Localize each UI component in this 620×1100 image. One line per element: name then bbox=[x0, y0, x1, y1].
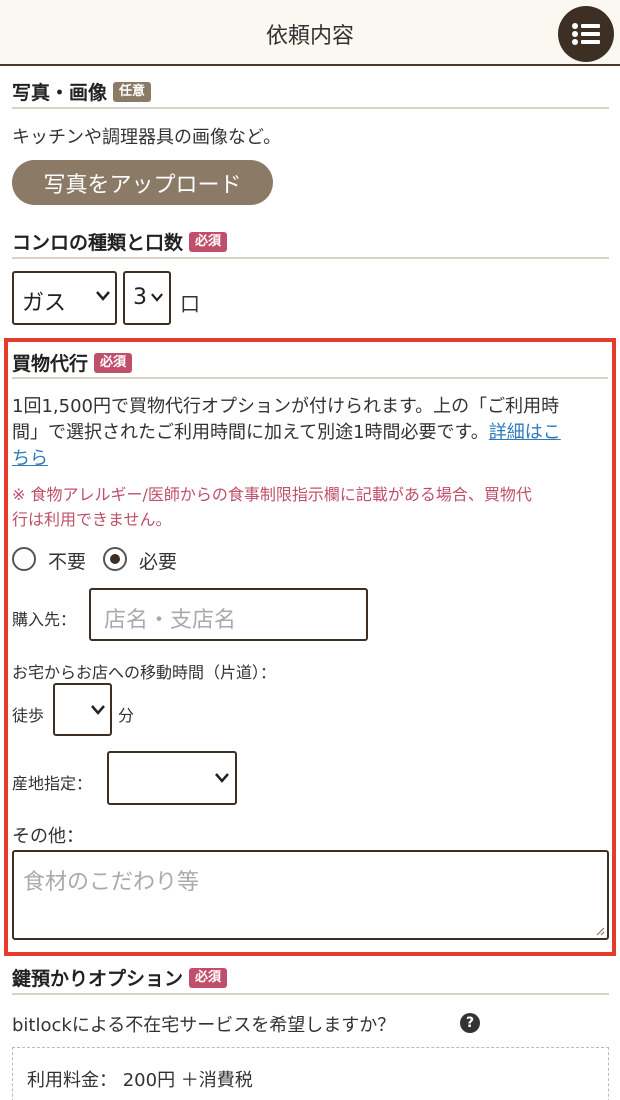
details-link[interactable]: 詳細はこ bbox=[489, 422, 561, 443]
burner-unit: 口 bbox=[180, 292, 200, 316]
divider bbox=[12, 993, 609, 995]
allergy-warning: ※ 食物アレルギー/医師からの食事制限指示欄に記載がある場合、買物代 行は利用で… bbox=[12, 482, 606, 532]
required-badge: 必須 bbox=[189, 231, 228, 252]
upload-photo-button[interactable]: 写真をアップロード bbox=[12, 160, 273, 205]
photo-title-text: 写真・画像 bbox=[12, 82, 108, 104]
required-badge: 必須 bbox=[94, 352, 133, 373]
key-section-title: 鍵預かりオプション 必須 bbox=[12, 964, 228, 991]
minutes-label: 分 bbox=[118, 706, 135, 725]
burner-count-value: 3 bbox=[133, 285, 147, 310]
walk-minutes-select[interactable] bbox=[53, 683, 112, 736]
stove-title-text: コンロの種類と口数 bbox=[12, 232, 184, 254]
burner-count-select[interactable]: 3 bbox=[123, 271, 171, 325]
store-label: 購入先： bbox=[12, 610, 77, 629]
store-input[interactable]: 店名・支店名 bbox=[89, 588, 368, 641]
shopping-title-text: 買物代行 bbox=[12, 353, 89, 375]
fee-text: 利用料金： 200円 ＋消費税 bbox=[27, 1070, 253, 1091]
origin-label: 産地指定： bbox=[12, 774, 93, 793]
help-icon[interactable]: ? bbox=[460, 1013, 480, 1033]
warning-line: 行は利用できません。 bbox=[12, 510, 172, 529]
other-textarea[interactable]: 食材のこだわり等 bbox=[12, 850, 609, 940]
desc-line: 1回1,500円で買物代行オプションが付けられます。上の「ご利用時 bbox=[12, 396, 560, 417]
optional-badge: 任意 bbox=[113, 81, 152, 102]
divider bbox=[12, 257, 609, 259]
origin-select[interactable] bbox=[107, 751, 237, 805]
warning-line: ※ 食物アレルギー/医師からの食事制限指示欄に記載がある場合、買物代 bbox=[12, 485, 532, 504]
fee-box: 利用料金： 200円 ＋消費税 bbox=[12, 1047, 609, 1100]
photo-section-title: 写真・画像 任意 bbox=[12, 78, 152, 105]
walk-label: 徒歩 bbox=[12, 706, 45, 725]
key-question: bitlockによる不在宅サービスを希望しますか？ bbox=[12, 1015, 396, 1036]
radio-label-not-needed: 不要 bbox=[48, 551, 87, 573]
divider bbox=[12, 107, 609, 109]
divider bbox=[12, 377, 608, 379]
radio-selected-dot bbox=[110, 554, 120, 564]
radio-not-needed[interactable] bbox=[12, 547, 36, 571]
resize-grip-icon[interactable] bbox=[595, 926, 605, 936]
stove-type-select[interactable]: ガス bbox=[12, 271, 117, 325]
radio-label-needed: 必要 bbox=[139, 551, 178, 573]
shopping-description: 1回1,500円で買物代行オプションが付けられます。上の「ご利用時 間」で選択さ… bbox=[12, 394, 606, 472]
menu-button[interactable] bbox=[558, 6, 614, 62]
chevron-down-icon bbox=[215, 773, 229, 783]
other-label: その他： bbox=[12, 826, 84, 847]
desc-line: 間」で選択されたご利用時間に加えて別途1時間必要です。 bbox=[12, 422, 489, 443]
stove-type-value: ガス bbox=[22, 291, 67, 316]
header: 依頼内容 bbox=[0, 0, 620, 66]
travel-time-label: お宅からお店への移動時間（片道）： bbox=[12, 663, 277, 682]
page-title: 依頼内容 bbox=[265, 24, 354, 49]
chevron-down-icon bbox=[91, 705, 105, 715]
details-link[interactable]: ちら bbox=[12, 448, 48, 469]
required-badge: 必須 bbox=[189, 967, 228, 988]
list-icon bbox=[572, 23, 600, 45]
radio-needed[interactable] bbox=[103, 547, 127, 571]
shopping-section-title: 買物代行 必須 bbox=[12, 349, 133, 376]
chevron-down-icon bbox=[96, 291, 110, 301]
stove-section-title: コンロの種類と口数 必須 bbox=[12, 228, 228, 255]
store-placeholder: 店名・支店名 bbox=[104, 608, 237, 633]
photo-description: キッチンや調理器具の画像など。 bbox=[12, 127, 282, 148]
key-title-text: 鍵預かりオプション bbox=[12, 968, 184, 990]
other-placeholder: 食材のこだわり等 bbox=[23, 870, 200, 895]
chevron-down-icon bbox=[151, 293, 163, 302]
